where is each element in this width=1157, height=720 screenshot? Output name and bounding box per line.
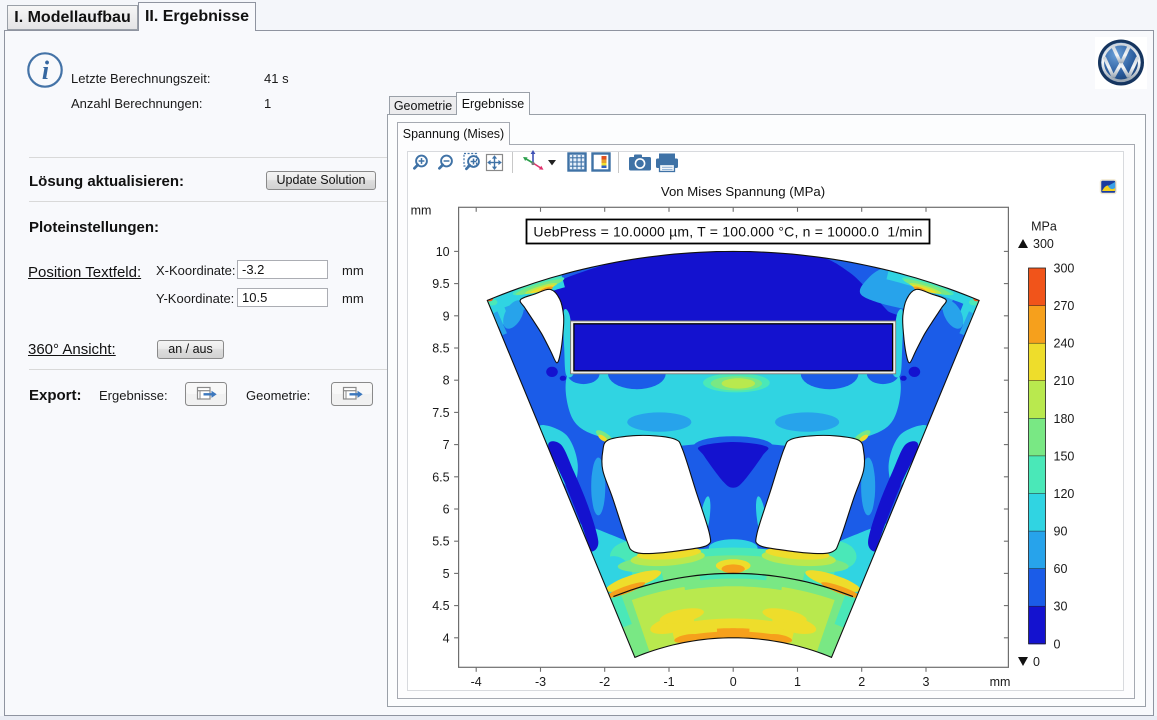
svg-text:210: 210 [1054, 374, 1075, 388]
svg-text:7: 7 [443, 438, 450, 452]
svg-text:-4: -4 [471, 675, 482, 689]
svg-text:0: 0 [730, 675, 737, 689]
svg-text:-1: -1 [663, 675, 674, 689]
svg-text:270: 270 [1054, 299, 1075, 313]
svg-text:3: 3 [923, 675, 930, 689]
svg-text:2: 2 [858, 675, 865, 689]
svg-text:i: i [42, 56, 50, 85]
svg-text:150: 150 [1054, 449, 1075, 463]
svg-text:9: 9 [443, 309, 450, 323]
svg-text:60: 60 [1054, 562, 1068, 576]
svg-text:300: 300 [1033, 237, 1054, 251]
svg-text:0: 0 [1054, 637, 1061, 651]
svg-text:-2: -2 [599, 675, 610, 689]
svg-text:4.5: 4.5 [432, 599, 449, 613]
svg-text:6: 6 [443, 503, 450, 517]
svg-text:5: 5 [443, 567, 450, 581]
svg-text:6.5: 6.5 [432, 470, 449, 484]
svg-text:10: 10 [436, 245, 450, 259]
svg-text:4: 4 [443, 631, 450, 645]
svg-text:30: 30 [1054, 600, 1068, 614]
svg-text:8: 8 [443, 374, 450, 388]
svg-text:mm: mm [411, 204, 432, 218]
svg-text:mm: mm [990, 675, 1011, 689]
svg-text:300: 300 [1054, 262, 1075, 276]
svg-text:MPa: MPa [1031, 220, 1057, 234]
svg-text:-3: -3 [535, 675, 546, 689]
svg-text:90: 90 [1054, 525, 1068, 539]
svg-text:240: 240 [1054, 337, 1075, 351]
svg-text:7.5: 7.5 [432, 406, 449, 420]
svg-text:120: 120 [1054, 487, 1075, 501]
svg-text:5.5: 5.5 [432, 535, 449, 549]
svg-text:8.5: 8.5 [432, 342, 449, 356]
svg-text:0: 0 [1033, 655, 1040, 669]
svg-text:180: 180 [1054, 412, 1075, 426]
svg-text:1: 1 [794, 675, 801, 689]
svg-text:UebPress = 10.0000 µm, T = 100: UebPress = 10.0000 µm, T = 100.000 °C, n… [533, 224, 922, 240]
svg-text:Von Mises Spannung (MPa): Von Mises Spannung (MPa) [661, 184, 825, 199]
svg-text:9.5: 9.5 [432, 277, 449, 291]
